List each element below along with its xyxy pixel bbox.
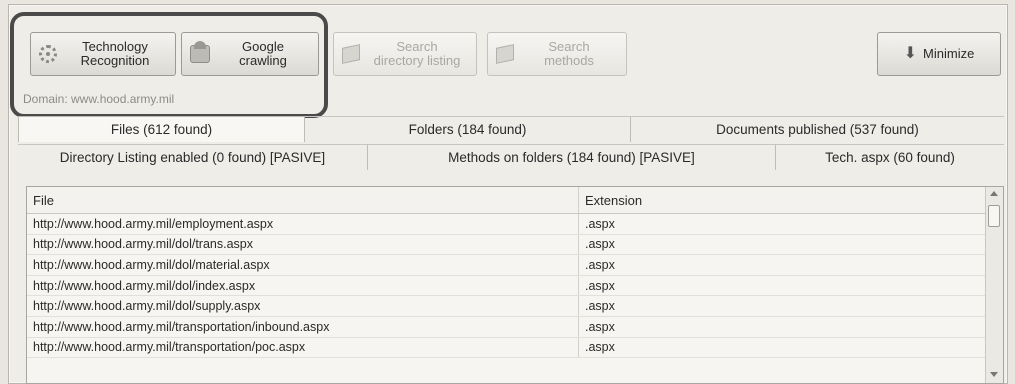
tab-tech-aspx[interactable]: Tech. aspx (60 found) xyxy=(776,144,1004,170)
column-header-extension[interactable]: Extension xyxy=(579,187,979,213)
tab-files-label: Files (612 found) xyxy=(110,122,213,137)
table-row[interactable]: http://www.hood.army.mil/employment.aspx… xyxy=(27,214,1003,235)
tab-documents-published[interactable]: Documents published (537 found) xyxy=(631,116,1004,142)
files-grid: File Extension http://www.hood.army.mil/… xyxy=(26,186,1004,384)
gear-icon xyxy=(39,45,57,63)
search-directory-listing-label: Search directory listing xyxy=(373,39,461,68)
vertical-scrollbar[interactable] xyxy=(985,187,1003,383)
scroll-thumb[interactable] xyxy=(988,205,1000,227)
column-header-file[interactable]: File xyxy=(27,187,579,213)
domain-label: Domain: www.hood.army.mil xyxy=(23,92,175,106)
grid-header: File Extension xyxy=(27,187,1003,214)
book-icon xyxy=(342,44,360,64)
scroll-up-icon[interactable] xyxy=(990,191,998,196)
file-cell: http://www.hood.army.mil/employment.aspx xyxy=(27,214,579,234)
file-cell: http://www.hood.army.mil/dol/index.aspx xyxy=(27,275,579,296)
extension-cell: .aspx xyxy=(585,216,615,231)
book-icon xyxy=(496,44,514,64)
tab-row-2: Directory Listing enabled (0 found) [PAS… xyxy=(18,144,1004,170)
extension-cell: .aspx xyxy=(585,278,615,293)
table-row[interactable]: http://www.hood.army.mil/transportation/… xyxy=(27,337,1003,359)
extension-cell: .aspx xyxy=(585,299,615,314)
extension-cell: .aspx xyxy=(585,319,615,334)
extension-cell: .aspx xyxy=(585,237,615,252)
file-cell: http://www.hood.army.mil/transportation/… xyxy=(27,316,579,337)
tab-methods-on-folders-label: Methods on folders (184 found) [PASIVE] xyxy=(448,150,695,165)
tab-folders[interactable]: Folders (184 found) xyxy=(305,116,631,142)
extension-cell: .aspx xyxy=(585,257,615,272)
tab-directory-listing-label: Directory Listing enabled (0 found) [PAS… xyxy=(59,150,326,165)
table-row[interactable]: http://www.hood.army.mil/dol/trans.aspx … xyxy=(27,234,1003,256)
search-methods-label: Search methods xyxy=(544,39,594,68)
tab-files[interactable]: Files (612 found) xyxy=(18,116,305,142)
table-row[interactable]: http://www.hood.army.mil/transportation/… xyxy=(27,316,1003,338)
tab-tech-aspx-label: Tech. aspx (60 found) xyxy=(825,150,955,165)
minimize-label: Minimize xyxy=(923,46,975,61)
file-cell: http://www.hood.army.mil/transportation/… xyxy=(27,337,579,358)
tab-folders-label: Folders (184 found) xyxy=(408,122,527,137)
technology-recognition-label: Technology Recognition xyxy=(80,39,150,68)
table-row[interactable]: http://www.hood.army.mil/dol/material.as… xyxy=(27,255,1003,276)
minimize-button[interactable]: ⬇ Minimize xyxy=(877,32,1001,76)
tab-methods-on-folders[interactable]: Methods on folders (184 found) [PASIVE] xyxy=(368,144,776,170)
google-crawling-button[interactable]: Google crawling xyxy=(181,32,319,76)
search-directory-listing-button[interactable]: Search directory listing xyxy=(333,32,477,76)
tab-directory-listing[interactable]: Directory Listing enabled (0 found) [PAS… xyxy=(18,144,368,170)
extension-cell: .aspx xyxy=(585,340,615,355)
table-row[interactable]: http://www.hood.army.mil/dol/supply.aspx… xyxy=(27,296,1003,317)
file-cell: http://www.hood.army.mil/dol/trans.aspx xyxy=(27,234,579,255)
table-row[interactable]: http://www.hood.army.mil/dol/index.aspx … xyxy=(27,275,1003,297)
google-icon xyxy=(190,41,210,63)
file-cell: http://www.hood.army.mil/dol/supply.aspx xyxy=(27,296,579,316)
technology-recognition-button[interactable]: Technology Recognition xyxy=(30,32,176,76)
arrow-down-icon: ⬇ xyxy=(903,45,918,62)
tab-documents-published-label: Documents published (537 found) xyxy=(716,122,919,137)
file-cell: http://www.hood.army.mil/dol/material.as… xyxy=(27,255,579,275)
tab-row-1: Files (612 found) Folders (184 found) Do… xyxy=(18,116,1004,142)
search-methods-button[interactable]: Search methods xyxy=(487,32,627,76)
scroll-down-icon[interactable] xyxy=(990,372,998,377)
google-crawling-label: Google crawling xyxy=(239,39,287,68)
